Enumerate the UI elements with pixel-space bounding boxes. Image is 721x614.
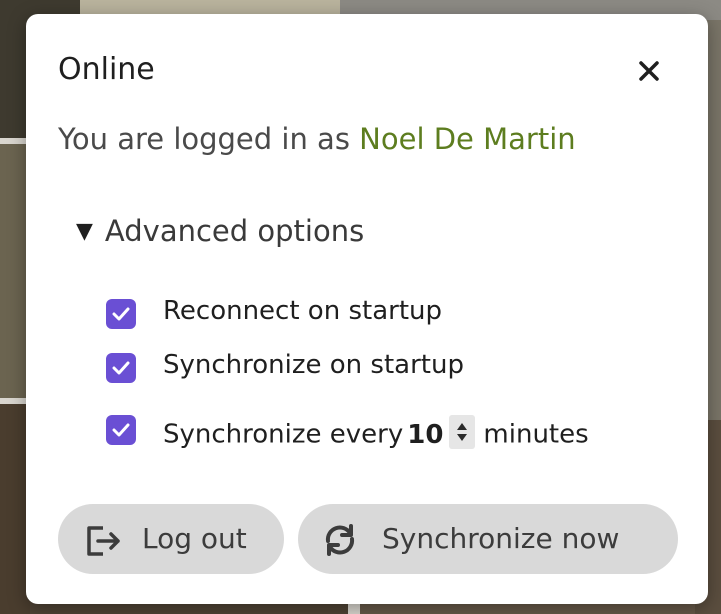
triangle-down-icon: ▼ [76,219,93,244]
check-icon [112,423,130,437]
logout-icon [87,526,120,556]
reconnect-checkbox[interactable] [106,299,136,329]
status-prefix: You are logged in as [58,122,350,156]
sync-icon [325,524,355,556]
sync-startup-checkbox[interactable] [106,353,136,383]
username: Noel De Martin [359,122,576,156]
reconnect-label: Reconnect on startup [163,296,442,326]
check-icon [112,307,130,321]
online-dialog: Online You are logged in as Noel De Mart… [26,14,708,604]
sync-interval-prefix: Synchronize every [163,419,404,450]
close-icon [639,61,659,81]
dialog-title: Online [58,52,155,87]
login-status: You are logged in as Noel De Martin [58,122,576,156]
logout-label: Log out [142,522,247,555]
sync-interval-label: Synchronize every 10 minutes [163,415,589,452]
advanced-options-label: Advanced options [104,214,365,248]
synchronize-now-label: Synchronize now [382,522,620,555]
advanced-options-toggle[interactable]: ▼ Advanced options [76,214,364,248]
sync-interval-checkbox[interactable] [106,415,136,445]
stepper-up-icon[interactable] [457,423,468,430]
check-icon [112,361,130,375]
stepper-down-icon[interactable] [457,434,468,441]
close-button[interactable] [636,58,662,84]
logout-button[interactable]: Log out [58,504,284,574]
sync-interval-suffix: minutes [483,419,589,450]
sync-interval-input[interactable]: 10 [407,420,443,450]
sync-startup-label: Synchronize on startup [163,350,464,380]
sync-interval-stepper[interactable] [449,415,476,449]
synchronize-now-button[interactable]: Synchronize now [298,504,678,574]
